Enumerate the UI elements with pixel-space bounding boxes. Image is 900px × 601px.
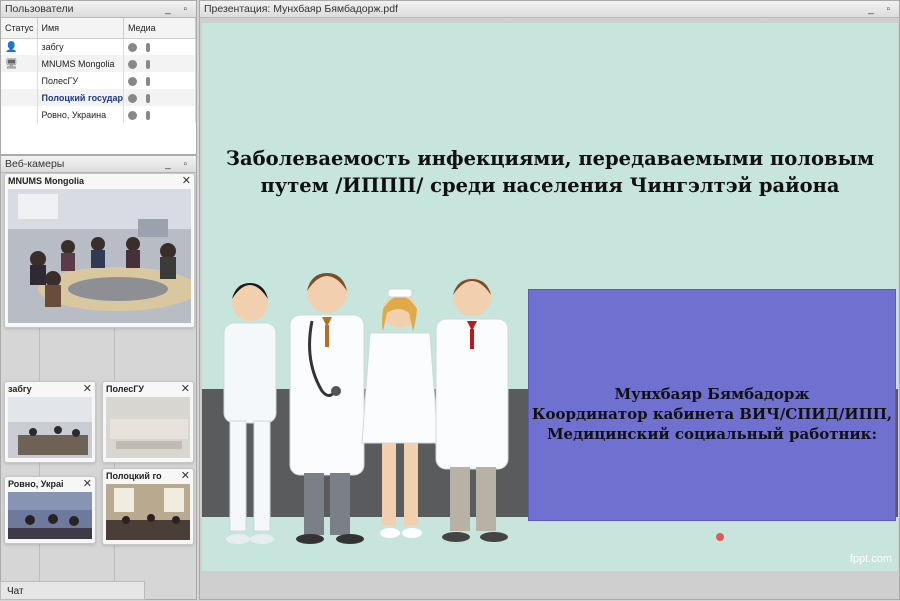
webcam-title: Полоцкий го	[106, 471, 162, 481]
panel-window-controls[interactable]: _ ▫	[165, 156, 192, 173]
user-name: MNUMS Mongolia	[37, 55, 124, 72]
webcam-video	[106, 397, 190, 458]
author-box: Мунхбаяр Бямбадорж Координатор кабинета …	[528, 289, 896, 521]
webcam-window[interactable]: Полоцкий го ✕	[102, 468, 194, 545]
column-status[interactable]: Статус	[1, 18, 38, 39]
webcam-title: забгу	[8, 384, 32, 394]
mic-icon	[145, 76, 150, 86]
users-panel-header: Пользователи _ ▫	[1, 1, 196, 18]
close-icon[interactable]: ✕	[181, 382, 190, 395]
moderator-icon: 🖥	[5, 58, 18, 70]
chat-label: Чат	[7, 586, 24, 597]
presentation-slide: Заболеваемость инфекциями, передаваемыми…	[202, 23, 898, 571]
webcam-window[interactable]: Ровно, Украі ✕	[4, 476, 96, 544]
user-row[interactable]: Полоцкий государ	[1, 89, 197, 106]
user-name: забгу	[37, 38, 124, 55]
presentation-title: Презентация: Мунхбаяр Бямбадорж.pdf	[204, 3, 398, 15]
webcams-panel: Веб-камеры _ ▫ MNUMS Mongolia ✕ забгу ✕ …	[0, 155, 197, 600]
webcam-title: MNUMS Mongolia	[8, 176, 84, 186]
user-name: Полоцкий государ	[37, 89, 124, 106]
user-row[interactable]: 🖥 MNUMS Mongolia	[1, 55, 197, 72]
webcam-video	[8, 397, 92, 458]
user-name: Ровно, Украина	[37, 106, 124, 123]
author-info: Мунхбаяр Бямбадорж Координатор кабинета …	[529, 384, 895, 444]
mic-icon	[145, 59, 150, 69]
webcam-video	[8, 492, 92, 539]
mic-icon	[145, 93, 150, 103]
webcam-window[interactable]: забгу ✕	[4, 381, 96, 463]
mic-icon	[145, 110, 150, 120]
slide-title: Заболеваемость инфекциями, передаваемыми…	[202, 145, 898, 199]
webcam-icon	[127, 76, 137, 86]
user-name: ПолесГУ	[37, 72, 124, 89]
presentation-panel: Презентация: Мунхбаяр Бямбадорж.pdf _ ▫ …	[199, 0, 900, 600]
column-name[interactable]: Имя	[37, 18, 124, 39]
close-icon[interactable]: ✕	[83, 477, 92, 490]
presentation-header: Презентация: Мунхбаяр Бямбадорж.pdf _ ▫	[200, 1, 899, 18]
users-panel: Пользователи _ ▫ Статус Имя Медиа 👤 забг…	[0, 0, 197, 155]
mic-icon	[145, 42, 150, 52]
close-icon[interactable]: ✕	[181, 469, 190, 482]
pointer-dot	[716, 533, 724, 541]
column-media[interactable]: Медиа	[123, 18, 197, 39]
slide-title-line: путем /ИППП/ среди населения Чингэлтэй р…	[260, 174, 840, 197]
presenter-icon: 👤	[5, 41, 18, 53]
webcams-panel-title: Веб-камеры	[5, 158, 65, 170]
webcam-title: Ровно, Украі	[8, 479, 64, 489]
author-name: Мунхбаяр Бямбадорж	[614, 385, 810, 403]
panel-window-controls[interactable]: _ ▫	[868, 1, 895, 18]
webcam-icon	[127, 93, 137, 103]
webcam-video	[106, 484, 190, 540]
users-panel-title: Пользователи	[5, 3, 74, 15]
panel-window-controls[interactable]: _ ▫	[165, 1, 192, 18]
webcams-panel-header: Веб-камеры _ ▫	[1, 156, 196, 173]
webcam-icon	[127, 110, 137, 120]
slide-title-line: Заболеваемость инфекциями, передаваемыми…	[225, 147, 875, 170]
user-row[interactable]: Ровно, Украина	[1, 106, 197, 123]
close-icon[interactable]: ✕	[182, 174, 191, 187]
user-row[interactable]: ПолесГУ	[1, 72, 197, 89]
webcam-video	[8, 189, 191, 323]
webcam-icon	[127, 42, 137, 52]
user-row[interactable]: 👤 забгу	[1, 38, 197, 55]
chat-tab[interactable]: Чат	[0, 581, 145, 600]
users-table-header: Статус Имя Медиа	[1, 18, 197, 39]
author-position: Координатор кабинета ВИЧ/СПИД/ИПП,	[531, 405, 893, 423]
author-role: Медицинский социальный работник:	[546, 425, 878, 443]
users-table: Статус Имя Медиа 👤 забгу 🖥 MNUMS Mongoli…	[1, 18, 197, 123]
webcam-window[interactable]: MNUMS Mongolia ✕	[4, 173, 195, 328]
webcam-icon	[127, 59, 137, 69]
webcam-window[interactable]: ПолесГУ ✕	[102, 381, 194, 463]
slide-watermark: fppt.com	[849, 553, 892, 565]
medical-staff-illustration	[223, 273, 509, 544]
close-icon[interactable]: ✕	[83, 382, 92, 395]
webcam-title: ПолесГУ	[106, 384, 144, 394]
